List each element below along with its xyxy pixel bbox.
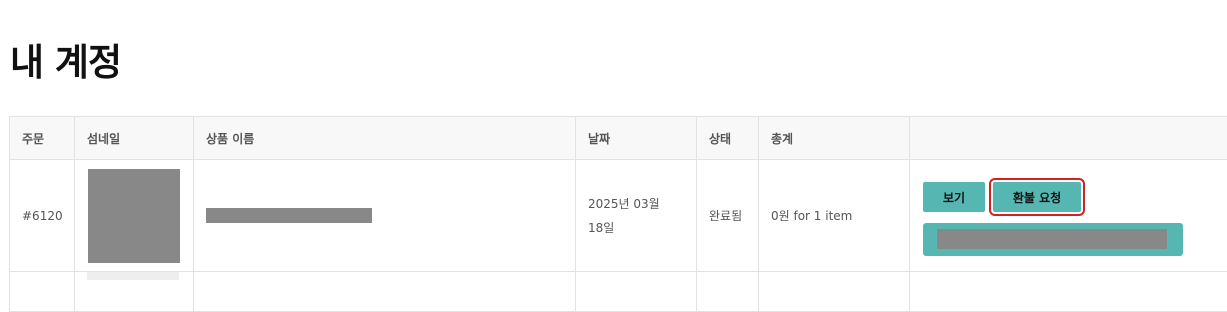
orders-table: 주문 섬네일 상품 이름 날짜 상태 총계 #6120 2025년 03월 18… — [9, 116, 1227, 312]
product-thumbnail-partial — [87, 272, 179, 280]
order-date-line2: 18일 — [588, 216, 684, 240]
order-number[interactable]: #6120 — [10, 160, 75, 272]
total-cell-partial — [759, 272, 910, 312]
header-total: 총계 — [759, 117, 910, 160]
product-name-cell-partial — [194, 272, 576, 312]
thumbnail-cell-partial — [75, 272, 194, 312]
status-cell-partial — [697, 272, 759, 312]
actions-cell: 보기 환불 요청 — [910, 160, 1227, 272]
redacted-button-label — [937, 229, 1167, 249]
actions-cell-partial — [910, 272, 1227, 312]
header-thumbnail: 섬네일 — [75, 117, 194, 160]
date-cell-partial — [576, 272, 697, 312]
date-cell: 2025년 03월 18일 — [576, 160, 697, 272]
order-number-partial — [10, 272, 75, 312]
view-button[interactable]: 보기 — [923, 182, 985, 212]
thumbnail-cell — [75, 160, 194, 272]
product-thumbnail[interactable] — [88, 169, 180, 263]
header-status: 상태 — [697, 117, 759, 160]
redacted-action-button[interactable] — [923, 223, 1183, 256]
refund-request-button[interactable]: 환불 요청 — [993, 182, 1081, 212]
table-row — [10, 272, 1227, 312]
header-actions — [910, 117, 1227, 160]
header-date: 날짜 — [576, 117, 697, 160]
product-name-cell — [194, 160, 576, 272]
order-total: 0원 for 1 item — [759, 160, 910, 272]
header-product-name: 상품 이름 — [194, 117, 576, 160]
header-order: 주문 — [10, 117, 75, 160]
page-title: 내 계정 — [10, 32, 121, 86]
order-status: 완료됨 — [697, 160, 759, 272]
table-row: #6120 2025년 03월 18일 완료됨 0원 for 1 item 보기… — [10, 160, 1227, 272]
table-header-row: 주문 섬네일 상품 이름 날짜 상태 총계 — [10, 117, 1227, 160]
order-date-line1: 2025년 03월 — [588, 192, 684, 216]
product-name-redacted[interactable] — [206, 208, 372, 223]
